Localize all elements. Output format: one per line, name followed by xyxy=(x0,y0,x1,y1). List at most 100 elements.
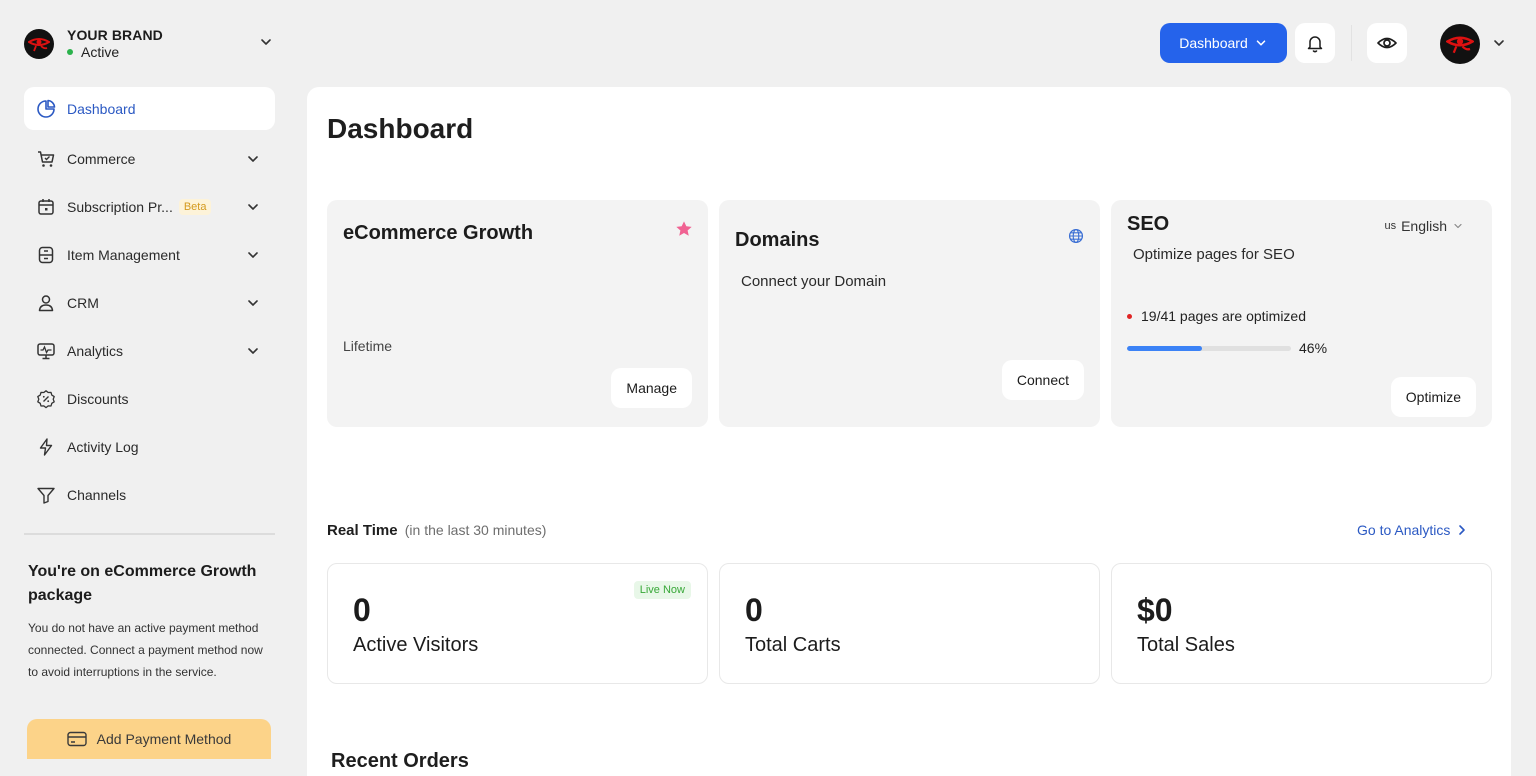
brand-switcher[interactable]: YOUR BRAND Active xyxy=(24,24,276,64)
domains-card: Domains Connect your Domain Connect xyxy=(719,200,1100,427)
dashboard-dropdown-label: Dashboard xyxy=(1179,35,1248,51)
sidebar-item-label: Dashboard xyxy=(67,100,136,117)
brand-text: YOUR BRAND Active xyxy=(67,27,163,61)
chevron-down-icon xyxy=(248,156,258,162)
stat-value: 0 xyxy=(745,592,763,628)
language-selector[interactable]: us English xyxy=(1384,218,1464,234)
card-title: Domains xyxy=(735,229,820,251)
stat-label: Total Carts xyxy=(745,634,841,656)
main-panel: Dashboard eCommerce Growth Lifetime Mana… xyxy=(307,87,1511,776)
add-payment-method-label: Add Payment Method xyxy=(96,731,232,747)
preview-button[interactable] xyxy=(1367,23,1407,63)
sidebar-item-activity-log[interactable]: Activity Log xyxy=(24,423,275,471)
connect-button[interactable]: Connect xyxy=(1001,360,1084,400)
seo-stat-label: 19/41 pages are optimized xyxy=(1141,308,1306,324)
total-carts-card: 0 Total Carts xyxy=(719,563,1100,684)
bell-icon xyxy=(1307,36,1323,53)
chevron-down-icon xyxy=(248,300,258,306)
add-payment-method-button[interactable]: Add Payment Method xyxy=(27,719,271,759)
card-subtitle: Optimize pages for SEO xyxy=(1133,246,1295,263)
stat-label: Total Sales xyxy=(1137,634,1235,656)
seo-stat: 19/41 pages are optimized xyxy=(1127,308,1306,324)
sidebar-item-label: Item Management xyxy=(67,247,180,263)
page-title: Dashboard xyxy=(327,113,474,144)
sidebar-item-label: CRM xyxy=(67,295,99,311)
recent-orders-title: Recent Orders xyxy=(331,750,469,772)
sidebar-item-discounts[interactable]: Discounts xyxy=(24,375,275,423)
realtime-heading: Real Time (in the last 30 minutes) xyxy=(327,522,546,539)
chevron-down-icon[interactable] xyxy=(1491,35,1507,51)
stat-value: $0 xyxy=(1137,592,1173,628)
chevron-down-icon[interactable] xyxy=(258,34,274,50)
chevron-down-icon xyxy=(1256,40,1266,46)
avatar[interactable] xyxy=(1440,24,1480,64)
sidebar-nav: Dashboard Commerce Subscription Pr... Be… xyxy=(24,87,275,519)
calendar-icon xyxy=(36,197,56,217)
star-icon xyxy=(676,221,692,236)
sidebar: YOUR BRAND Active Dashboard Commerce Sub… xyxy=(0,0,300,776)
sidebar-item-item-management[interactable]: Item Management xyxy=(24,231,275,279)
card-text: Connect your Domain xyxy=(741,273,887,290)
card-title: eCommerce Growth xyxy=(343,222,534,244)
seo-progress-bar xyxy=(1127,346,1291,351)
chevron-down-icon xyxy=(1454,223,1462,229)
sidebar-item-label: Analytics xyxy=(67,343,124,359)
card-title: SEO xyxy=(1127,213,1170,235)
package-title: You're on eCommerce Growth package xyxy=(28,563,257,604)
seo-percent: 46% xyxy=(1299,340,1328,356)
sidebar-item-label: Commerce xyxy=(67,151,136,167)
dashboard-dropdown-button[interactable]: Dashboard xyxy=(1160,23,1287,63)
go-to-analytics-label: Go to Analytics xyxy=(1357,522,1451,538)
total-sales-card: $0 Total Sales xyxy=(1111,563,1492,684)
sidebar-item-label: Discounts xyxy=(67,391,129,407)
seo-progress-fill xyxy=(1127,346,1203,351)
sidebar-item-label: Activity Log xyxy=(67,439,139,455)
sidebar-item-label: Channels xyxy=(67,487,127,503)
sidebar-item-analytics[interactable]: Analytics xyxy=(24,327,275,375)
brand-status: Active xyxy=(67,44,163,61)
globe-icon xyxy=(1068,228,1084,244)
brand-logo xyxy=(24,29,54,59)
realtime-subtitle: (in the last 30 minutes) xyxy=(404,522,547,538)
flag-icon: us xyxy=(1384,220,1397,232)
active-visitors-card: 0 Active Visitors Live Now xyxy=(327,563,708,684)
go-to-analytics-link[interactable]: Go to Analytics xyxy=(1357,522,1467,538)
sidebar-item-commerce[interactable]: Commerce xyxy=(24,135,275,183)
live-now-badge: Live Now xyxy=(633,581,691,599)
status-dot xyxy=(1127,313,1132,319)
chevron-down-icon xyxy=(248,252,258,258)
user-icon xyxy=(36,293,56,313)
chevron-down-icon xyxy=(248,204,258,210)
manage-button[interactable]: Manage xyxy=(611,368,692,408)
sidebar-item-subscription[interactable]: Subscription Pr... Beta xyxy=(24,183,275,231)
eye-icon xyxy=(1377,37,1397,49)
chevron-right-icon xyxy=(1459,525,1466,535)
brand-name: YOUR BRAND xyxy=(67,27,163,44)
sidebar-item-channels[interactable]: Channels xyxy=(24,471,275,519)
language-label: English xyxy=(1401,218,1447,234)
brand-status-label: Active xyxy=(81,44,120,60)
credit-card-icon xyxy=(66,731,87,747)
sidebar-item-crm[interactable]: CRM xyxy=(24,279,275,327)
stat-value: 0 xyxy=(353,592,371,628)
seo-card: SEO us English Optimize pages for SEO 19… xyxy=(1111,200,1492,427)
filter-icon xyxy=(36,485,56,505)
realtime-title: Real Time xyxy=(327,522,398,539)
chevron-down-icon xyxy=(248,348,258,354)
monitor-pulse-icon xyxy=(36,341,56,361)
card-subtitle: Lifetime xyxy=(343,338,393,354)
sidebar-item-label: Subscription Pr... xyxy=(67,199,173,215)
optimize-button[interactable]: Optimize xyxy=(1390,377,1476,417)
stat-label: Active Visitors xyxy=(353,634,479,656)
notifications-button[interactable] xyxy=(1295,23,1335,63)
box-icon xyxy=(36,245,56,265)
status-dot xyxy=(67,49,73,56)
app-root: YOUR BRAND Active Dashboard Commerce Sub… xyxy=(0,0,1536,776)
ecommerce-growth-card: eCommerce Growth Lifetime Manage xyxy=(327,200,708,427)
header-separator xyxy=(1351,25,1352,61)
sidebar-item-dashboard[interactable]: Dashboard xyxy=(24,87,275,130)
beta-badge: Beta xyxy=(178,199,212,215)
sidebar-divider xyxy=(24,533,275,535)
package-description: You do not have an active payment method… xyxy=(28,621,263,679)
discount-icon xyxy=(36,389,56,409)
